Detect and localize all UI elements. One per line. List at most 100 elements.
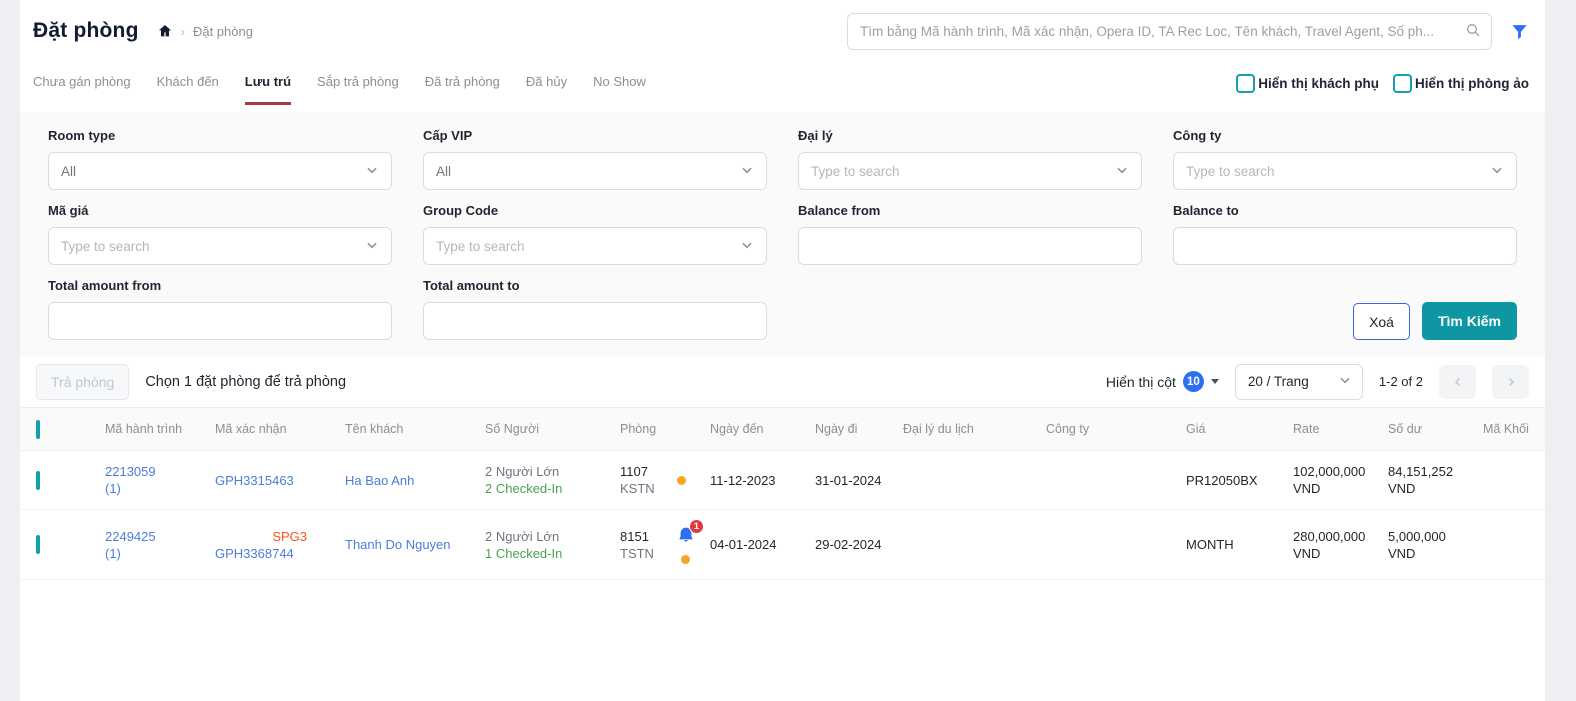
col-header[interactable]: Rate [1293, 422, 1388, 436]
table-row[interactable]: 2249425 (1) SPG3 GPH3368744 Thanh Do Ngu… [20, 510, 1545, 580]
notification-bell-icon[interactable]: 1 [676, 526, 696, 546]
breadcrumb-current: Đặt phòng [193, 24, 253, 39]
checkbox-icon[interactable] [1236, 74, 1255, 93]
guest-link[interactable]: Thanh Do Nguyen [345, 537, 451, 552]
departure-cell: 31-01-2024 [815, 472, 903, 489]
filter-actions: Xoá Tìm Kiếm [1173, 278, 1517, 340]
row-checkbox[interactable] [36, 535, 40, 554]
col-header[interactable]: Số Người [485, 422, 620, 436]
col-header[interactable]: Ngày đi [815, 422, 903, 436]
tab-da-tra-phong[interactable]: Đã trả phòng [425, 74, 500, 105]
filter-field-balance-to: Balance to [1173, 203, 1517, 265]
company-select[interactable]: Type to search [1173, 152, 1517, 190]
rate-currency: VND [1293, 480, 1388, 497]
itinerary-link[interactable]: 2213059 [105, 463, 215, 480]
total-amount-from-input[interactable] [48, 302, 392, 340]
row-checkbox[interactable] [36, 471, 40, 490]
top-header: Đặt phòng › Đặt phòng [20, 0, 1545, 62]
filter-spacer [798, 278, 1142, 340]
clear-button[interactable]: Xoá [1353, 303, 1410, 340]
chevron-down-icon [740, 163, 754, 180]
tab-khach-den[interactable]: Khách đến [157, 74, 219, 105]
tab-luu-tru[interactable]: Lưu trú [245, 74, 291, 105]
filter-field-balance-from: Balance from [798, 203, 1142, 265]
agent-select[interactable]: Type to search [798, 152, 1142, 190]
status-dot-icon [677, 476, 686, 485]
select-all-checkbox[interactable] [36, 420, 40, 439]
filter-field-group-code: Group Code Type to search [423, 203, 767, 265]
status-dot-icon [681, 555, 690, 564]
itinerary-link[interactable]: 2249425 [105, 528, 215, 545]
toggle-label: Hiển thị khách phụ [1258, 76, 1379, 91]
pax-cell: 2 Người Lớn 2 Checked-In [485, 463, 620, 497]
group-code-select[interactable]: Type to search [423, 227, 767, 265]
rate-code-select[interactable]: Type to search [48, 227, 392, 265]
page-size-select[interactable]: 20 / Trang [1235, 364, 1363, 400]
col-header[interactable]: Đại lý du lịch [903, 422, 1046, 436]
col-header[interactable]: Mã Khối [1483, 422, 1545, 436]
rate-code-cell: PR12050BX [1186, 472, 1293, 489]
pax-count: 2 Người Lớn [485, 463, 620, 480]
col-header[interactable]: Tên khách [345, 422, 485, 436]
itinerary-count-link[interactable]: (1) [105, 545, 215, 562]
col-header[interactable]: Mã hành trình [105, 422, 215, 436]
tab-no-show[interactable]: No Show [593, 74, 646, 105]
vip-level-select[interactable]: All [423, 152, 767, 190]
toggle-show-virtual-rooms[interactable]: Hiển thị phòng ảo [1393, 74, 1529, 93]
guest-cell: Ha Bao Anh [345, 472, 485, 489]
rate-cell: 102,000,000 VND [1293, 463, 1388, 497]
total-amount-to-input[interactable] [423, 302, 767, 340]
guest-link[interactable]: Ha Bao Anh [345, 473, 414, 488]
toggle-show-extra-guests[interactable]: Hiển thị khách phụ [1236, 74, 1379, 93]
select-value: All [61, 164, 76, 179]
room-type: KSTN [620, 480, 655, 497]
balance-from-input[interactable] [798, 227, 1142, 265]
table-row[interactable]: 2213059 (1) GPH3315463 Ha Bao Anh 2 Ngườ… [20, 451, 1545, 510]
confirmation-link[interactable]: GPH3315463 [215, 473, 294, 488]
balance-amount: 84,151,252 [1388, 463, 1483, 480]
filter-field-rate-code: Mã giá Type to search [48, 203, 392, 265]
arrival-cell: 04-01-2024 [710, 536, 815, 553]
col-header[interactable]: Giá [1186, 422, 1293, 436]
row-select-cell [20, 473, 105, 488]
checkout-button[interactable]: Trả phòng [36, 364, 129, 400]
filter-label: Room type [48, 128, 392, 143]
balance-currency: VND [1388, 480, 1483, 497]
col-header[interactable]: Ngày đến [710, 422, 815, 436]
filter-field-total-amount-from: Total amount from [48, 278, 392, 340]
chevron-down-icon [740, 238, 754, 255]
breadcrumb-separator: › [181, 24, 185, 39]
toggle-label: Hiển thị phòng ảo [1415, 76, 1529, 91]
column-visibility-dropdown[interactable]: Hiển thị cột 10 [1106, 371, 1219, 392]
filter-icon[interactable] [1510, 22, 1529, 41]
col-header[interactable]: Mã xác nhận [215, 422, 345, 436]
col-header[interactable]: Số dư [1388, 422, 1483, 436]
guest-cell: Thanh Do Nguyen [345, 536, 485, 553]
rate-currency: VND [1293, 545, 1388, 562]
prev-page-button[interactable] [1439, 365, 1476, 399]
col-header[interactable]: Công ty [1046, 422, 1186, 436]
next-page-button[interactable] [1492, 365, 1529, 399]
itinerary-count-link[interactable]: (1) [105, 480, 215, 497]
caret-down-icon [1211, 379, 1219, 384]
tab-da-huy[interactable]: Đã hủy [526, 74, 567, 105]
tab-chua-gan-phong[interactable]: Chưa gán phòng [33, 74, 131, 105]
arrival-cell: 11-12-2023 [710, 472, 815, 489]
checked-in-count: 2 Checked-In [485, 480, 620, 497]
home-icon[interactable] [157, 23, 173, 39]
balance-cell: 84,151,252 VND [1388, 463, 1483, 497]
tab-sap-tra-phong[interactable]: Sắp trả phòng [317, 74, 399, 105]
chevron-down-icon [365, 238, 379, 255]
search-input[interactable] [860, 24, 1465, 39]
search-button[interactable]: Tìm Kiếm [1422, 302, 1517, 340]
confirmation-link[interactable]: GPH3368744 [215, 546, 294, 561]
col-header[interactable]: Phòng [620, 422, 710, 436]
balance-to-input[interactable] [1173, 227, 1517, 265]
chevron-down-icon [1490, 163, 1504, 180]
room-cell: 1107 KSTN [620, 463, 710, 497]
confirmation-cell: GPH3315463 [215, 472, 345, 489]
table-header-row: Mã hành trình Mã xác nhận Tên khách Số N… [20, 408, 1545, 451]
checkbox-icon[interactable] [1393, 74, 1412, 93]
pagination-range: 1-2 of 2 [1379, 374, 1423, 389]
room-type-select[interactable]: All [48, 152, 392, 190]
